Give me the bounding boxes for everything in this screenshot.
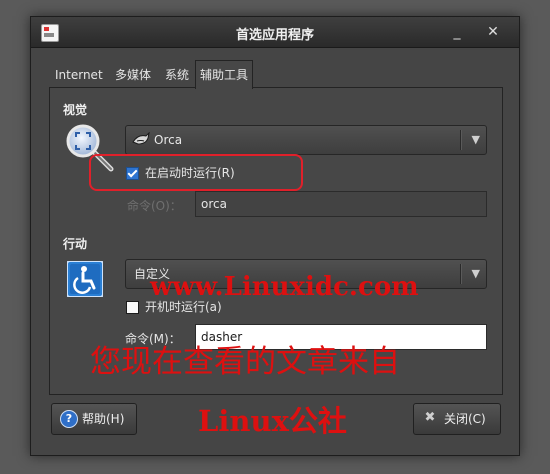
mobility-section-title: 行动 <box>63 237 88 251</box>
help-icon: ? <box>60 410 78 428</box>
visual-section-title: 视觉 <box>63 103 88 117</box>
red-highlight-annotation <box>89 154 303 191</box>
title-bar[interactable]: 首选应用程序 _ ✕ <box>31 17 519 48</box>
preferred-applications-window: 首选应用程序 _ ✕ Internet 多媒体 系统 辅助工具 视觉 Orca … <box>30 16 520 456</box>
mobility-app-value: 自定义 <box>134 267 171 281</box>
close-button-label: 关闭(C) <box>444 412 486 426</box>
close-window-button[interactable]: ✕ <box>483 23 503 41</box>
tab-internet[interactable]: Internet <box>51 63 107 87</box>
mobility-command-label: 命令(M)： <box>125 332 181 346</box>
help-button[interactable]: ? 帮助(H) <box>51 403 137 435</box>
window-title: 首选应用程序 <box>235 28 314 43</box>
close-button[interactable]: ✖ 关闭(C) <box>413 403 501 435</box>
mobility-command-field[interactable]: dasher <box>195 324 487 350</box>
visual-command-field[interactable]: orca <box>195 191 487 217</box>
mobility-app-combo[interactable]: 自定义 ▼ <box>125 259 487 289</box>
tab-multimedia[interactable]: 多媒体 <box>111 63 155 87</box>
visual-app-combo[interactable]: Orca ▼ <box>125 125 487 155</box>
visual-command-label: 命令(O)： <box>127 199 182 213</box>
chevron-down-icon: ▼ <box>471 267 480 280</box>
mobility-run-at-start-checkbox[interactable] <box>126 301 139 314</box>
minimize-button[interactable]: _ <box>447 23 467 41</box>
combo-separator <box>460 130 462 150</box>
orca-icon <box>132 132 150 145</box>
combo-separator <box>460 264 462 284</box>
visual-app-value: Orca <box>154 133 183 147</box>
tab-accessibility[interactable]: 辅助工具 <box>195 60 254 89</box>
chevron-down-icon: ▼ <box>471 133 480 146</box>
tab-system[interactable]: 系统 <box>161 63 193 87</box>
close-icon: ✖ <box>424 410 436 425</box>
accessibility-icon <box>67 261 103 297</box>
help-button-label: 帮助(H) <box>82 412 125 426</box>
mobility-run-at-start-label[interactable]: 开机时运行(a) <box>145 298 222 315</box>
